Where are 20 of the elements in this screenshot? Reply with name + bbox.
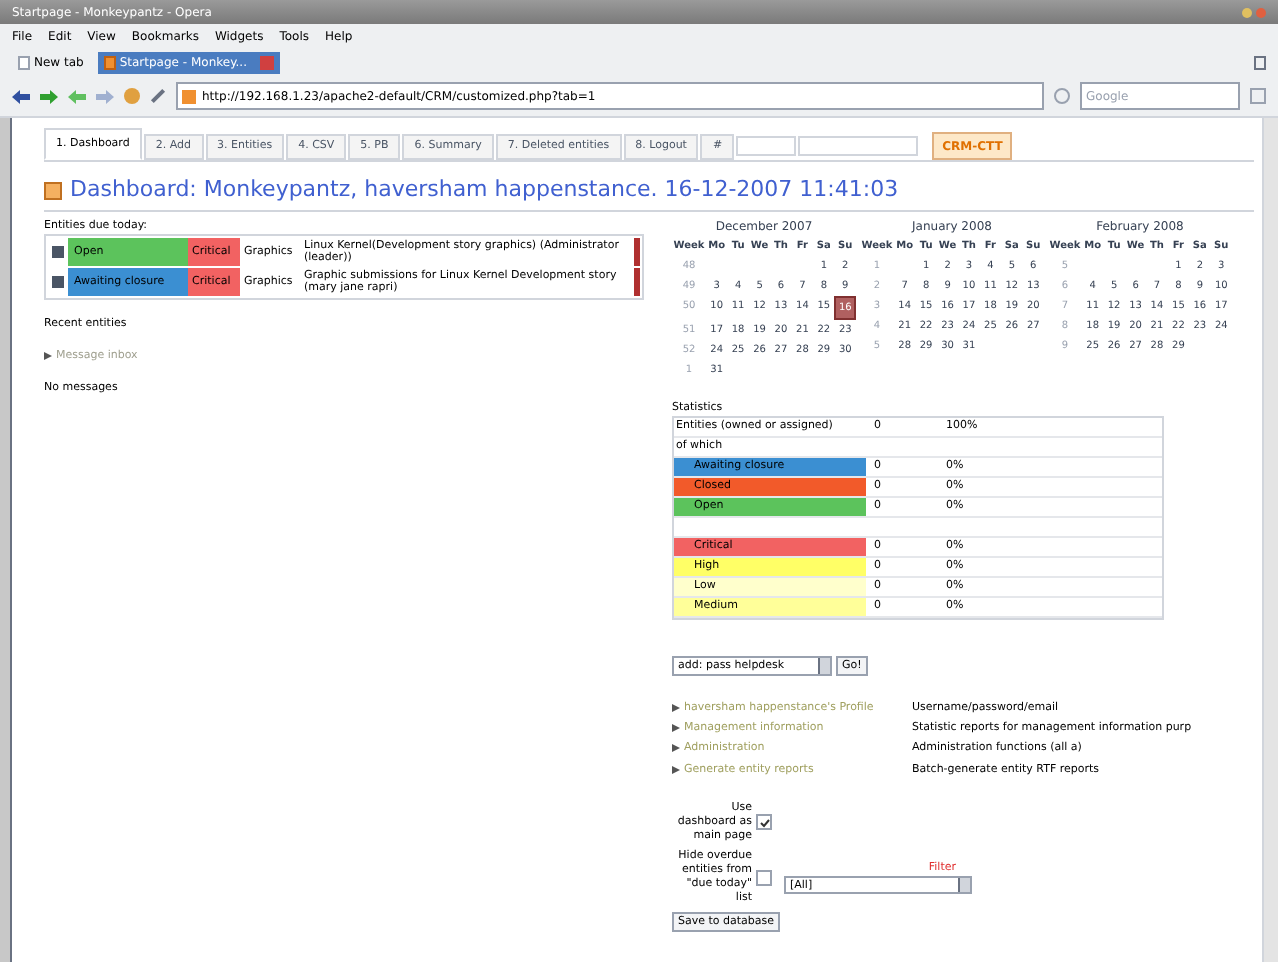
triangle-icon xyxy=(44,352,52,361)
checkbox[interactable] xyxy=(756,814,772,831)
triangle-icon xyxy=(672,703,680,712)
check-icon xyxy=(759,817,769,828)
entity-icon[interactable] xyxy=(52,245,64,258)
triangle-icon xyxy=(672,765,680,774)
page-icon xyxy=(103,55,116,69)
tab-input-field[interactable] xyxy=(798,136,919,156)
dashboard-icon xyxy=(44,181,62,200)
pencil-icon[interactable] xyxy=(150,88,166,104)
minimize-icon[interactable] xyxy=(1242,7,1252,17)
page-heading: Dashboard: Monkeypantz, haversham happenstance. 16-12-2007 11:41:03 xyxy=(70,174,899,206)
scrollbar[interactable] xyxy=(1262,118,1278,962)
tab-input-field[interactable] xyxy=(736,136,797,156)
triangle-icon xyxy=(672,724,680,733)
page-icon xyxy=(18,55,30,69)
checkbox[interactable] xyxy=(756,869,772,886)
site-icon xyxy=(182,89,196,103)
triangle-icon xyxy=(672,744,680,753)
entity-icon[interactable] xyxy=(52,275,64,288)
